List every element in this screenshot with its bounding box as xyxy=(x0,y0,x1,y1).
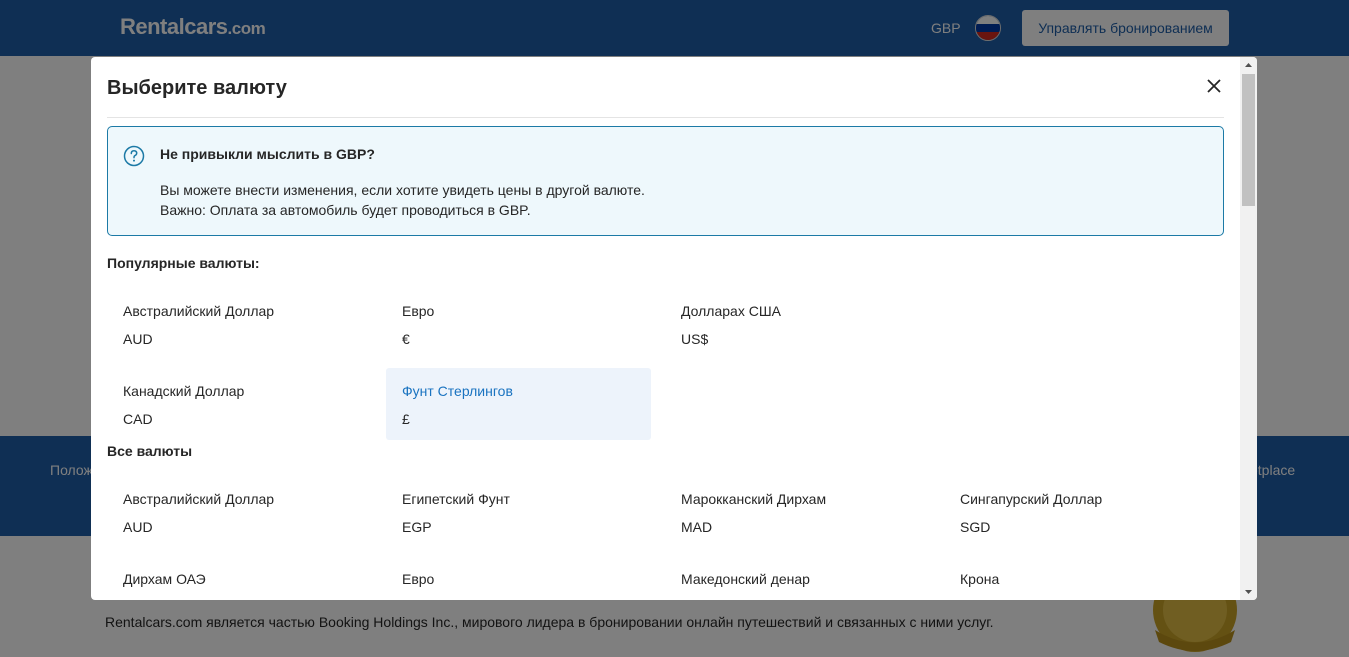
info-title: Не привыкли мыслить в GBP? xyxy=(160,146,375,162)
currency-code: SGD xyxy=(960,519,991,535)
currency-option[interactable]: Крона xyxy=(944,556,1209,600)
currency-option-selected[interactable]: Фунт Стерлингов £ xyxy=(386,368,651,440)
currency-option[interactable]: Австралийский Доллар AUD xyxy=(107,476,372,548)
currency-option[interactable]: Евро € xyxy=(386,288,651,360)
currency-code: MAD xyxy=(681,519,713,535)
currency-option[interactable]: Дирхам ОАЭ xyxy=(107,556,372,600)
info-note: Важно: Оплата за автомобиль будет провод… xyxy=(160,202,531,218)
currency-option[interactable]: Евро xyxy=(386,556,651,600)
currency-modal: Выберите валюту Не привыкли мыслить в GB… xyxy=(91,57,1257,600)
all-currencies-title: Все валюты xyxy=(107,443,193,459)
currency-option[interactable]: Сингапурский Доллар SGD xyxy=(944,476,1209,548)
currency-name: Дирхам ОАЭ xyxy=(123,571,206,587)
currency-code: AUD xyxy=(123,331,153,347)
currency-name: Евро xyxy=(402,303,435,319)
currency-code: EGP xyxy=(402,519,432,535)
currency-name: Австралийский Доллар xyxy=(123,303,275,319)
currency-code: € xyxy=(402,331,410,347)
currency-code: £ xyxy=(402,411,410,427)
currency-name: Канадский Доллар xyxy=(123,383,245,399)
currency-name: Австралийский Доллар xyxy=(123,491,275,507)
currency-option[interactable]: Македонский денар xyxy=(665,556,930,600)
divider xyxy=(107,117,1224,118)
modal-title: Выберите валюту xyxy=(107,77,287,99)
currency-code: CAD xyxy=(123,411,153,427)
currency-name: Долларах США xyxy=(681,303,781,319)
scroll-down-arrow-icon[interactable] xyxy=(1240,583,1257,600)
currency-code: AUD xyxy=(123,519,153,535)
currency-option[interactable]: Австралийский Доллар AUD xyxy=(107,288,372,360)
currency-name: Фунт Стерлингов xyxy=(402,383,513,399)
currency-name: Египетский Фунт xyxy=(402,491,510,507)
currency-option[interactable]: Марокканский Дирхам MAD xyxy=(665,476,930,548)
info-text: Вы можете внести изменения, если хотите … xyxy=(160,182,645,198)
currency-name: Македонский денар xyxy=(681,571,810,587)
info-box: Не привыкли мыслить в GBP? Вы можете вне… xyxy=(107,126,1224,236)
currency-name: Марокканский Дирхам xyxy=(681,491,827,507)
currency-option[interactable]: Египетский Фунт EGP xyxy=(386,476,651,548)
question-icon xyxy=(123,145,145,167)
modal-scrollbar[interactable] xyxy=(1240,57,1257,600)
currency-name: Сингапурский Доллар xyxy=(960,491,1103,507)
currency-option[interactable]: Канадский Доллар CAD xyxy=(107,368,372,440)
popular-currencies-title: Популярные валюты: xyxy=(107,255,260,271)
scroll-thumb[interactable] xyxy=(1242,74,1255,206)
currency-name: Евро xyxy=(402,571,435,587)
currency-code: US$ xyxy=(681,331,709,347)
scroll-up-arrow-icon[interactable] xyxy=(1240,57,1257,74)
close-icon[interactable] xyxy=(1204,76,1224,96)
currency-option[interactable]: Долларах США US$ xyxy=(665,288,930,360)
currency-name: Крона xyxy=(960,571,1000,587)
